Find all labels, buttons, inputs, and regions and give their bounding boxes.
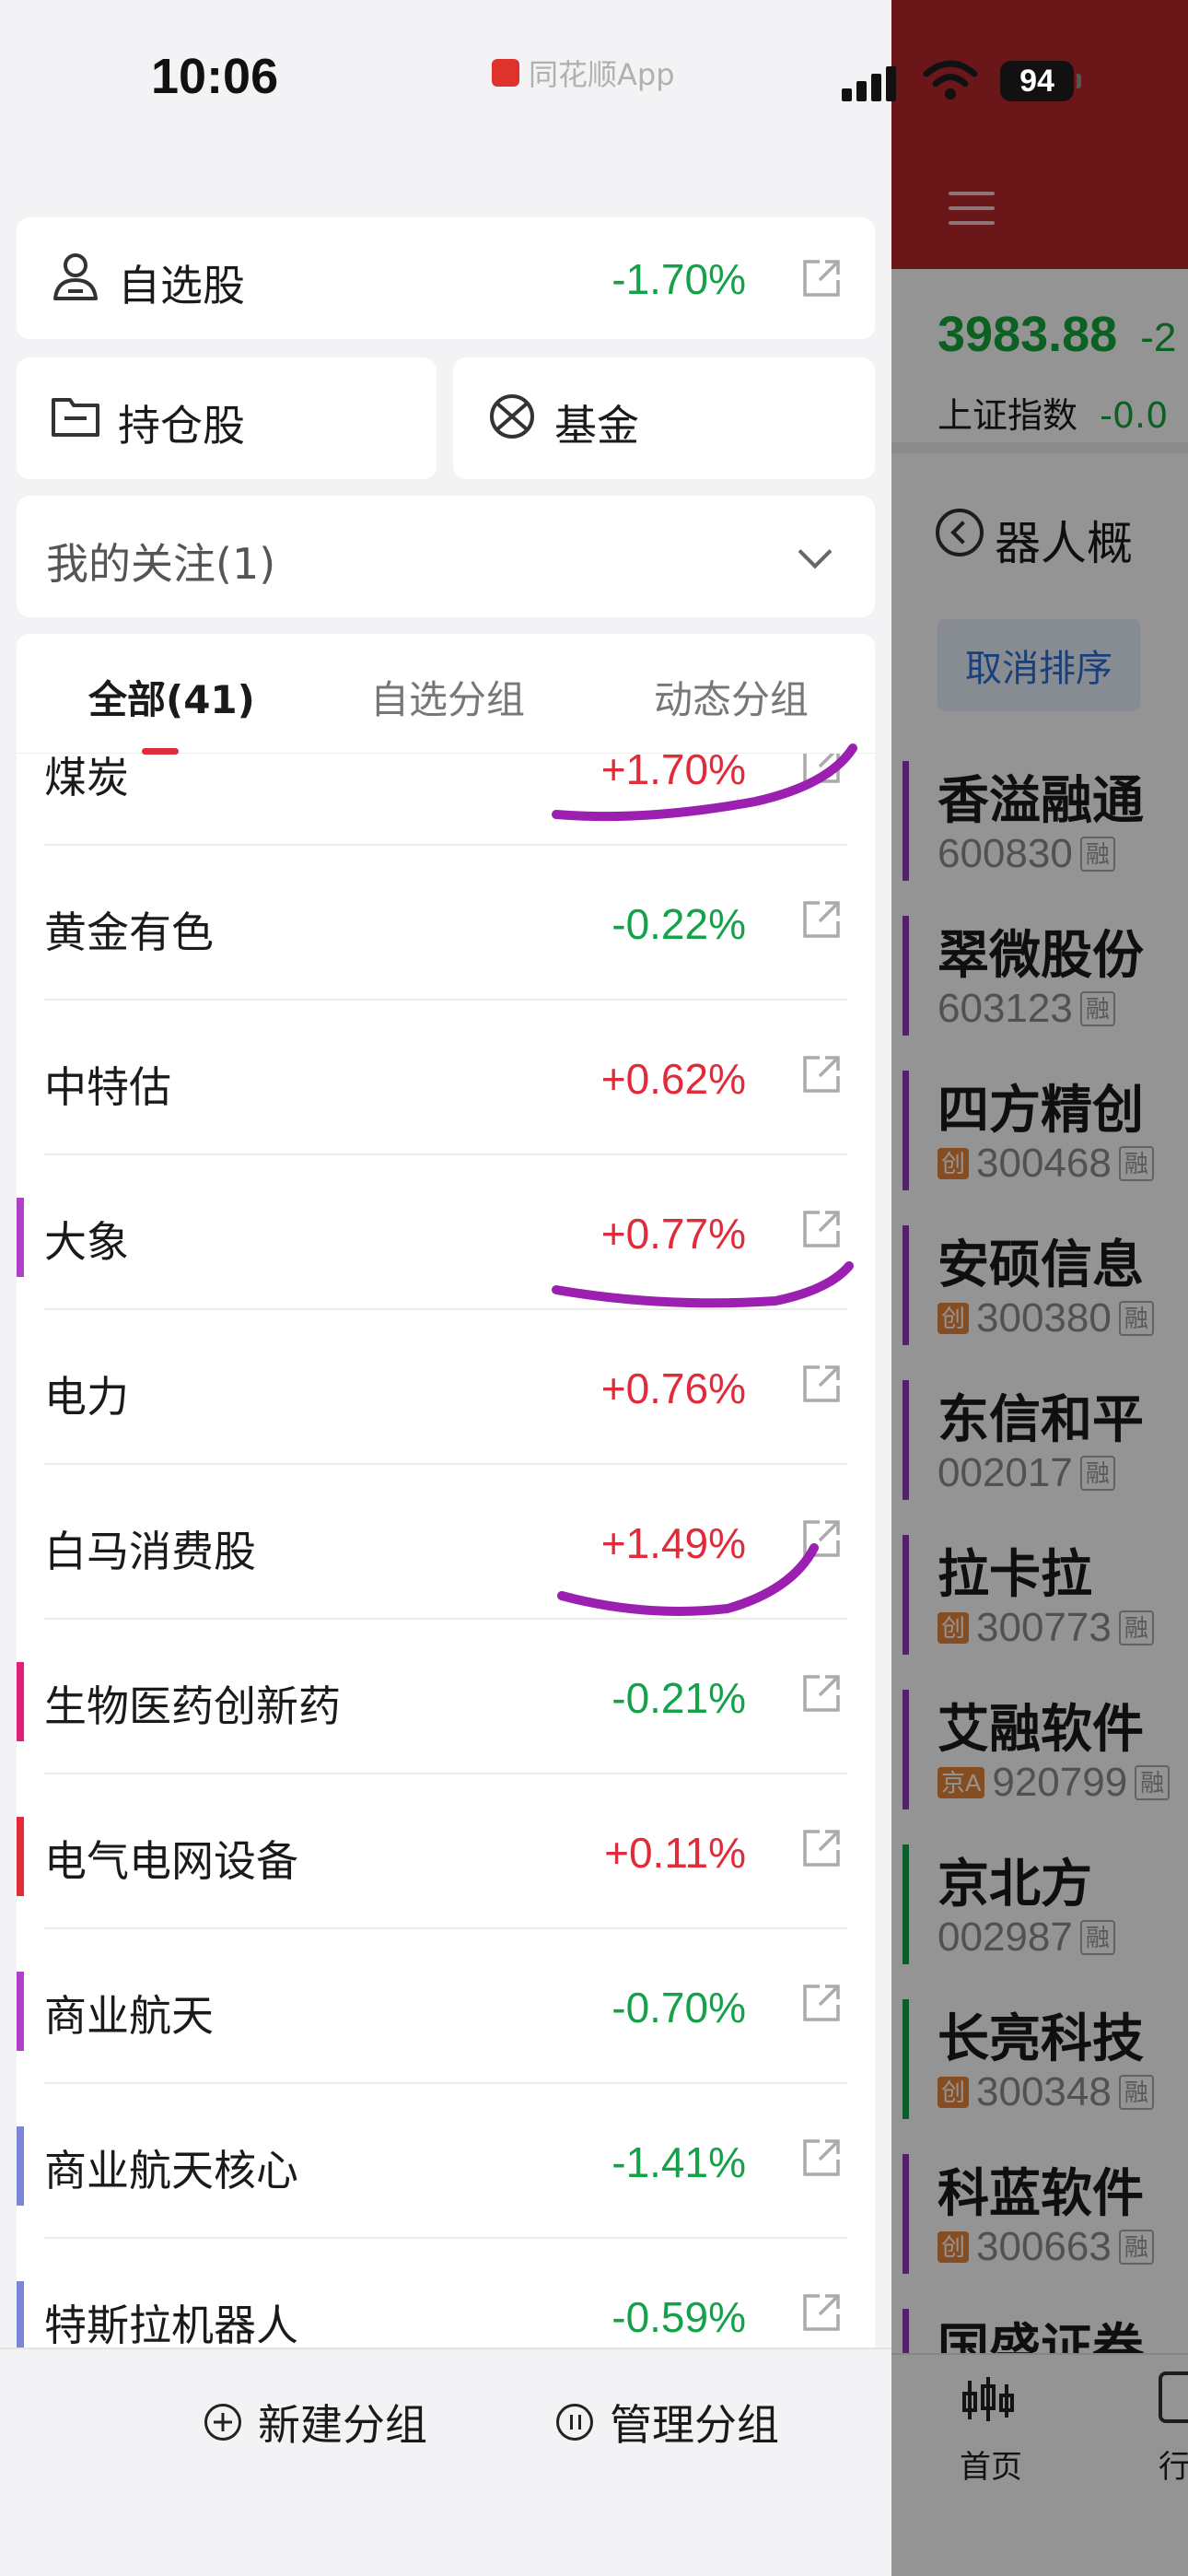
external-link-icon[interactable]	[799, 2136, 844, 2180]
following-dropdown[interactable]: 我的关注(1)	[17, 496, 875, 617]
group-change: +0.76%	[600, 1364, 746, 1412]
external-link-icon[interactable]	[799, 2290, 844, 2335]
fund-icon	[490, 394, 534, 439]
external-link-icon[interactable]	[799, 1052, 844, 1096]
drawer-bottom-bar: 新建分组 管理分组	[0, 2348, 891, 2576]
status-time: 10:06	[151, 49, 279, 104]
group-row[interactable]: 黄金有色 -0.22%	[17, 846, 875, 1001]
manage-circle-icon	[556, 2404, 593, 2441]
external-link-icon[interactable]	[799, 1516, 844, 1561]
group-color-marker	[17, 2281, 24, 2348]
group-row[interactable]: 大象 +0.77%	[17, 1155, 875, 1310]
external-link-icon[interactable]	[799, 897, 844, 942]
group-name: 黄金有色	[44, 907, 214, 957]
external-link-icon[interactable]	[799, 1826, 844, 1870]
external-link-icon[interactable]	[799, 1362, 844, 1406]
add-circle-icon	[204, 2404, 241, 2441]
fund-card[interactable]: 基金	[453, 357, 875, 479]
group-change: -0.59%	[611, 2293, 746, 2341]
group-name: 白马消费股	[44, 1527, 256, 1576]
group-list-card: 全部(41) 自选分组 动态分组 煤炭 +1.70% 黄金有色 -0.22% 中特估 +0…	[17, 634, 875, 2348]
wifi-icon	[923, 60, 978, 100]
group-row[interactable]: 白马消费股 +1.49%	[17, 1465, 875, 1620]
manage-group-label: 管理分组	[610, 2400, 779, 2450]
watchlist-card[interactable]: 自选股 -1.70%	[17, 217, 875, 339]
group-row[interactable]: 商业航天核心 -1.41%	[17, 2084, 875, 2239]
group-name: 中特估	[44, 1062, 171, 1112]
group-color-marker	[17, 1662, 24, 1741]
group-change: -0.70%	[611, 1984, 746, 2032]
user-icon	[53, 253, 98, 300]
external-link-icon[interactable]	[799, 256, 844, 300]
battery-icon: 94	[1000, 61, 1081, 101]
following-label: 我的关注(1)	[46, 539, 276, 589]
group-name: 电气电网设备	[44, 1836, 298, 1886]
status-app-indicator[interactable]: 同花顺App	[492, 52, 675, 94]
tab-all[interactable]: 全部(41)	[88, 669, 255, 725]
tab-custom-groups[interactable]: 自选分组	[370, 669, 525, 725]
group-name: 商业航天核心	[44, 2146, 298, 2195]
group-row[interactable]: 特斯拉机器人 -0.59%	[17, 2239, 875, 2348]
tab-dynamic-groups[interactable]: 动态分组	[654, 669, 809, 725]
group-change: -0.22%	[611, 900, 746, 948]
folder-icon	[52, 398, 99, 437]
group-change: -1.41%	[611, 2138, 746, 2186]
group-name: 商业航天	[44, 1991, 214, 2041]
holdings-label: 持仓股	[118, 401, 245, 451]
group-color-marker	[17, 1972, 24, 2051]
group-row[interactable]: 生物医药创新药 -0.21%	[17, 1620, 875, 1774]
group-change: -0.21%	[611, 1674, 746, 1722]
chevron-down-icon[interactable]	[798, 534, 833, 569]
group-name: 电力	[44, 1372, 129, 1422]
group-change: +1.49%	[600, 1519, 746, 1567]
group-row[interactable]: 电力 +0.76%	[17, 1310, 875, 1465]
group-color-marker	[17, 2126, 24, 2206]
overlay-dim[interactable]	[891, 0, 1188, 2576]
new-group-button[interactable]: 新建分组	[204, 2392, 427, 2453]
cellular-signal-icon	[842, 64, 899, 101]
active-tab-indicator	[142, 748, 179, 755]
watchlist-label: 自选股	[118, 261, 245, 310]
external-link-icon[interactable]	[799, 1671, 844, 1715]
group-color-marker	[17, 1198, 24, 1277]
group-name: 大象	[44, 1217, 129, 1267]
external-link-icon[interactable]	[799, 1981, 844, 2025]
group-name: 生物医药创新药	[44, 1681, 341, 1731]
group-change: +0.62%	[600, 1055, 746, 1103]
group-rows: 煤炭 +1.70% 黄金有色 -0.22% 中特估 +0.62% 大象 +0.77% 电力 +0.…	[17, 691, 875, 2348]
manage-group-button[interactable]: 管理分组	[556, 2392, 779, 2453]
holdings-card[interactable]: 持仓股	[17, 357, 437, 479]
battery-level: 94	[1019, 63, 1054, 99]
group-color-marker	[17, 1817, 24, 1896]
external-link-icon[interactable]	[799, 1207, 844, 1251]
app-logo-icon	[492, 59, 519, 87]
group-row[interactable]: 电气电网设备 +0.11%	[17, 1774, 875, 1929]
group-name: 特斯拉机器人	[44, 2301, 298, 2348]
group-change: +0.77%	[600, 1210, 746, 1258]
watchlist-change: -1.70%	[611, 255, 746, 303]
status-app-label: 同花顺App	[529, 57, 675, 92]
group-row[interactable]: 商业航天 -0.70%	[17, 1929, 875, 2084]
group-row[interactable]: 中特估 +0.62%	[17, 1001, 875, 1155]
new-group-label: 新建分组	[258, 2400, 427, 2450]
group-tabs: 全部(41) 自选分组 动态分组	[17, 634, 875, 755]
group-change: +0.11%	[604, 1829, 746, 1877]
fund-label: 基金	[554, 401, 639, 451]
